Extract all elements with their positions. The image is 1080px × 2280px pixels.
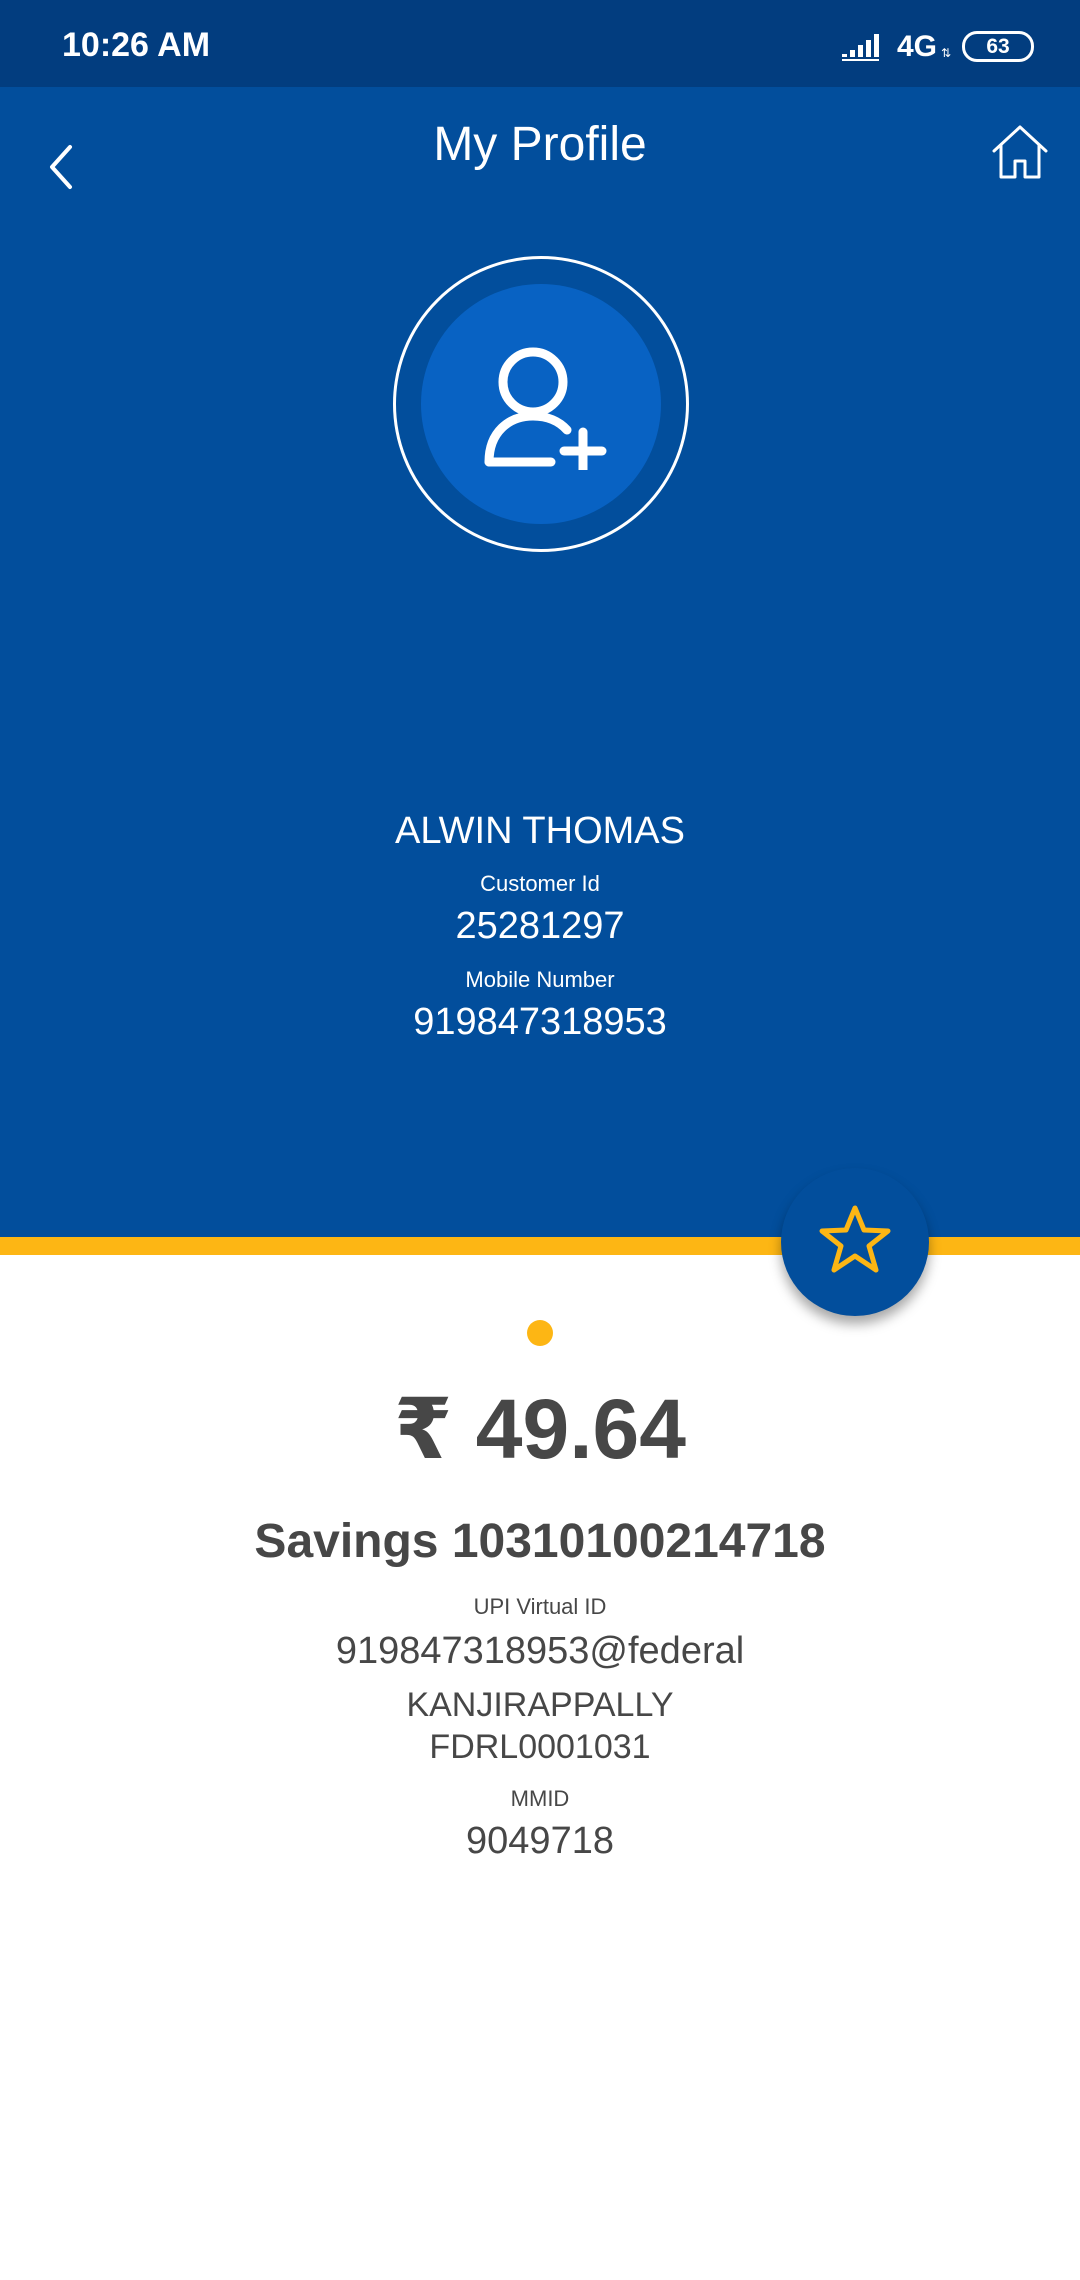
signal-icon xyxy=(842,34,879,61)
upi-id-value: 919847318953@federal xyxy=(335,1630,745,1672)
battery-icon: 63 xyxy=(962,31,1034,62)
account-number: Savings 10310100214718 xyxy=(254,1515,826,1568)
customer-id-value: 25281297 xyxy=(455,905,625,947)
network-type: 4G xyxy=(897,30,938,63)
page-title: My Profile xyxy=(433,118,647,171)
add-user-icon xyxy=(484,347,607,470)
ifsc-code: FDRL0001031 xyxy=(429,1728,651,1766)
status-time: 10:26 AM xyxy=(62,26,211,64)
network-activity-icon: ⇅ xyxy=(941,46,952,60)
profile-header: My Profile ALWIN THOMAS Customer Id 2528… xyxy=(0,87,1080,1237)
branch-name: KANJIRAPPALLY xyxy=(406,1686,674,1724)
mobile-number-label: Mobile Number xyxy=(465,967,615,992)
status-bar: 10:26 AM 4G ⇅ 63 xyxy=(0,0,1080,87)
battery-level: 63 xyxy=(986,35,1010,58)
star-icon xyxy=(819,1205,891,1273)
page-indicator-dot xyxy=(527,1320,553,1346)
account-balance: ₹ 49.64 xyxy=(394,1382,686,1476)
profile-name: ALWIN THOMAS xyxy=(395,810,685,852)
avatar[interactable] xyxy=(393,256,689,552)
mobile-number-value: 919847318953 xyxy=(413,1001,667,1043)
upi-id-label: UPI Virtual ID xyxy=(473,1594,607,1619)
mmid-label: MMID xyxy=(510,1786,570,1811)
favorite-button[interactable] xyxy=(781,1168,929,1316)
home-icon[interactable] xyxy=(990,123,1050,183)
avatar-inner xyxy=(421,284,661,524)
mmid-value: 9049718 xyxy=(466,1820,614,1862)
customer-id-label: Customer Id xyxy=(480,871,600,896)
